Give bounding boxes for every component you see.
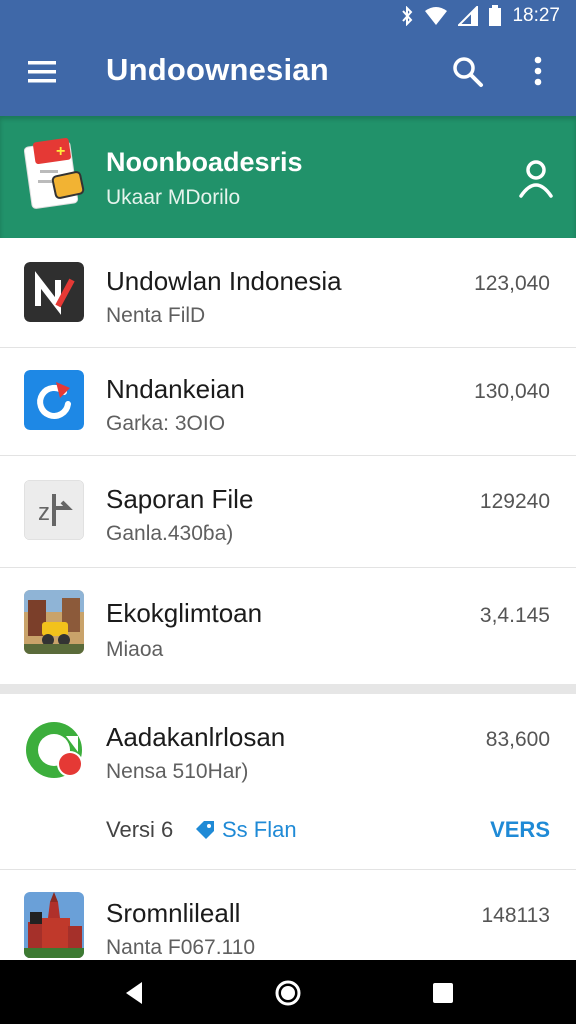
list-item[interactable]: Undowlan Indonesia Nenta FilD 123,040 [0, 238, 576, 348]
list-item[interactable]: Nndankeian Garka: 3OIO 130,040 [0, 348, 576, 456]
menu-icon[interactable] [26, 58, 60, 86]
list-item-value: 83,600 [485, 728, 550, 751]
wifi-icon [425, 7, 448, 25]
list-item-value: 3,4.145 [479, 604, 550, 627]
home-icon[interactable] [273, 978, 303, 1008]
app-bar: 18:27 Undoownesian [0, 0, 576, 116]
list-item-title: Saporan File [106, 484, 254, 514]
list-item-subtitle: Garka: 3OIO [106, 412, 226, 435]
status-time: 18:27 [512, 5, 560, 26]
list-item-subtitle: Ganla.430ɓa) [106, 522, 234, 545]
n-app-icon [24, 262, 84, 322]
featured-banner[interactable]: + Noonboadesris Ukaar MDorilo [0, 116, 576, 238]
app-logo-icon: + [24, 137, 85, 209]
user-icon[interactable] [516, 156, 556, 200]
refresh-app-icon [24, 370, 84, 430]
list-item[interactable]: z Saporan File Ganla.430ɓa) 129240 [0, 456, 576, 568]
game-app-icon [24, 590, 84, 654]
more-vert-icon[interactable] [526, 54, 550, 90]
list-item-title: Sromnlileall [106, 898, 241, 928]
list-item-title: Aadakanlrlosan [106, 722, 286, 752]
app-title: Undoownesian [106, 52, 329, 87]
version-link[interactable]: Ss Flan [194, 817, 297, 843]
list-item-title: Undowlan Indonesia [106, 266, 342, 296]
list-item-title: Nndankeian [106, 374, 245, 404]
battery-icon [489, 5, 502, 26]
list-item-subtitle: Nensa 510Har) [106, 760, 249, 783]
section-divider [0, 684, 576, 694]
circle-app-icon [26, 722, 83, 778]
list-item-value: 148113 [481, 904, 550, 927]
svg-text:+: + [56, 143, 65, 160]
version-row: Versi 6 Ss Flan VERS [0, 806, 576, 854]
recents-icon[interactable] [428, 978, 458, 1008]
version-right-link[interactable]: VERS [490, 817, 550, 843]
list-item[interactable]: Ekokglimtoan Miaoa 3,4.145 [0, 568, 576, 684]
list-item[interactable]: Sromnlileall Nanta F067.110 148113 [0, 870, 576, 960]
list-item-subtitle: Nanta F067.110 [106, 936, 256, 959]
back-icon[interactable] [120, 978, 150, 1008]
version-label: Versi 6 [106, 817, 174, 842]
search-icon[interactable] [450, 54, 486, 90]
list-item-value: 130,040 [474, 380, 550, 403]
list-item-subtitle: Nenta FilD [106, 304, 206, 327]
arrow-app-icon: z [24, 480, 84, 540]
toolbar: Undoownesian [0, 40, 576, 104]
bluetooth-icon [402, 6, 413, 26]
palace-app-icon [24, 892, 84, 958]
list-item-value: 123,040 [474, 272, 550, 295]
banner-title: Noonboadesris [106, 147, 303, 177]
signal-icon [458, 6, 479, 26]
list-item-subtitle: Miaoa [106, 638, 164, 661]
banner-subtitle: Ukaar MDorilo [106, 186, 241, 209]
list-item-title: Ekokglimtoan [106, 598, 263, 628]
system-nav-bar [0, 960, 576, 1024]
list-item-value: 129240 [479, 490, 550, 513]
svg-text:z: z [38, 499, 50, 526]
status-bar: 18:27 [400, 0, 576, 32]
tag-icon [196, 821, 214, 839]
version-link-text: Ss Flan [222, 817, 297, 842]
